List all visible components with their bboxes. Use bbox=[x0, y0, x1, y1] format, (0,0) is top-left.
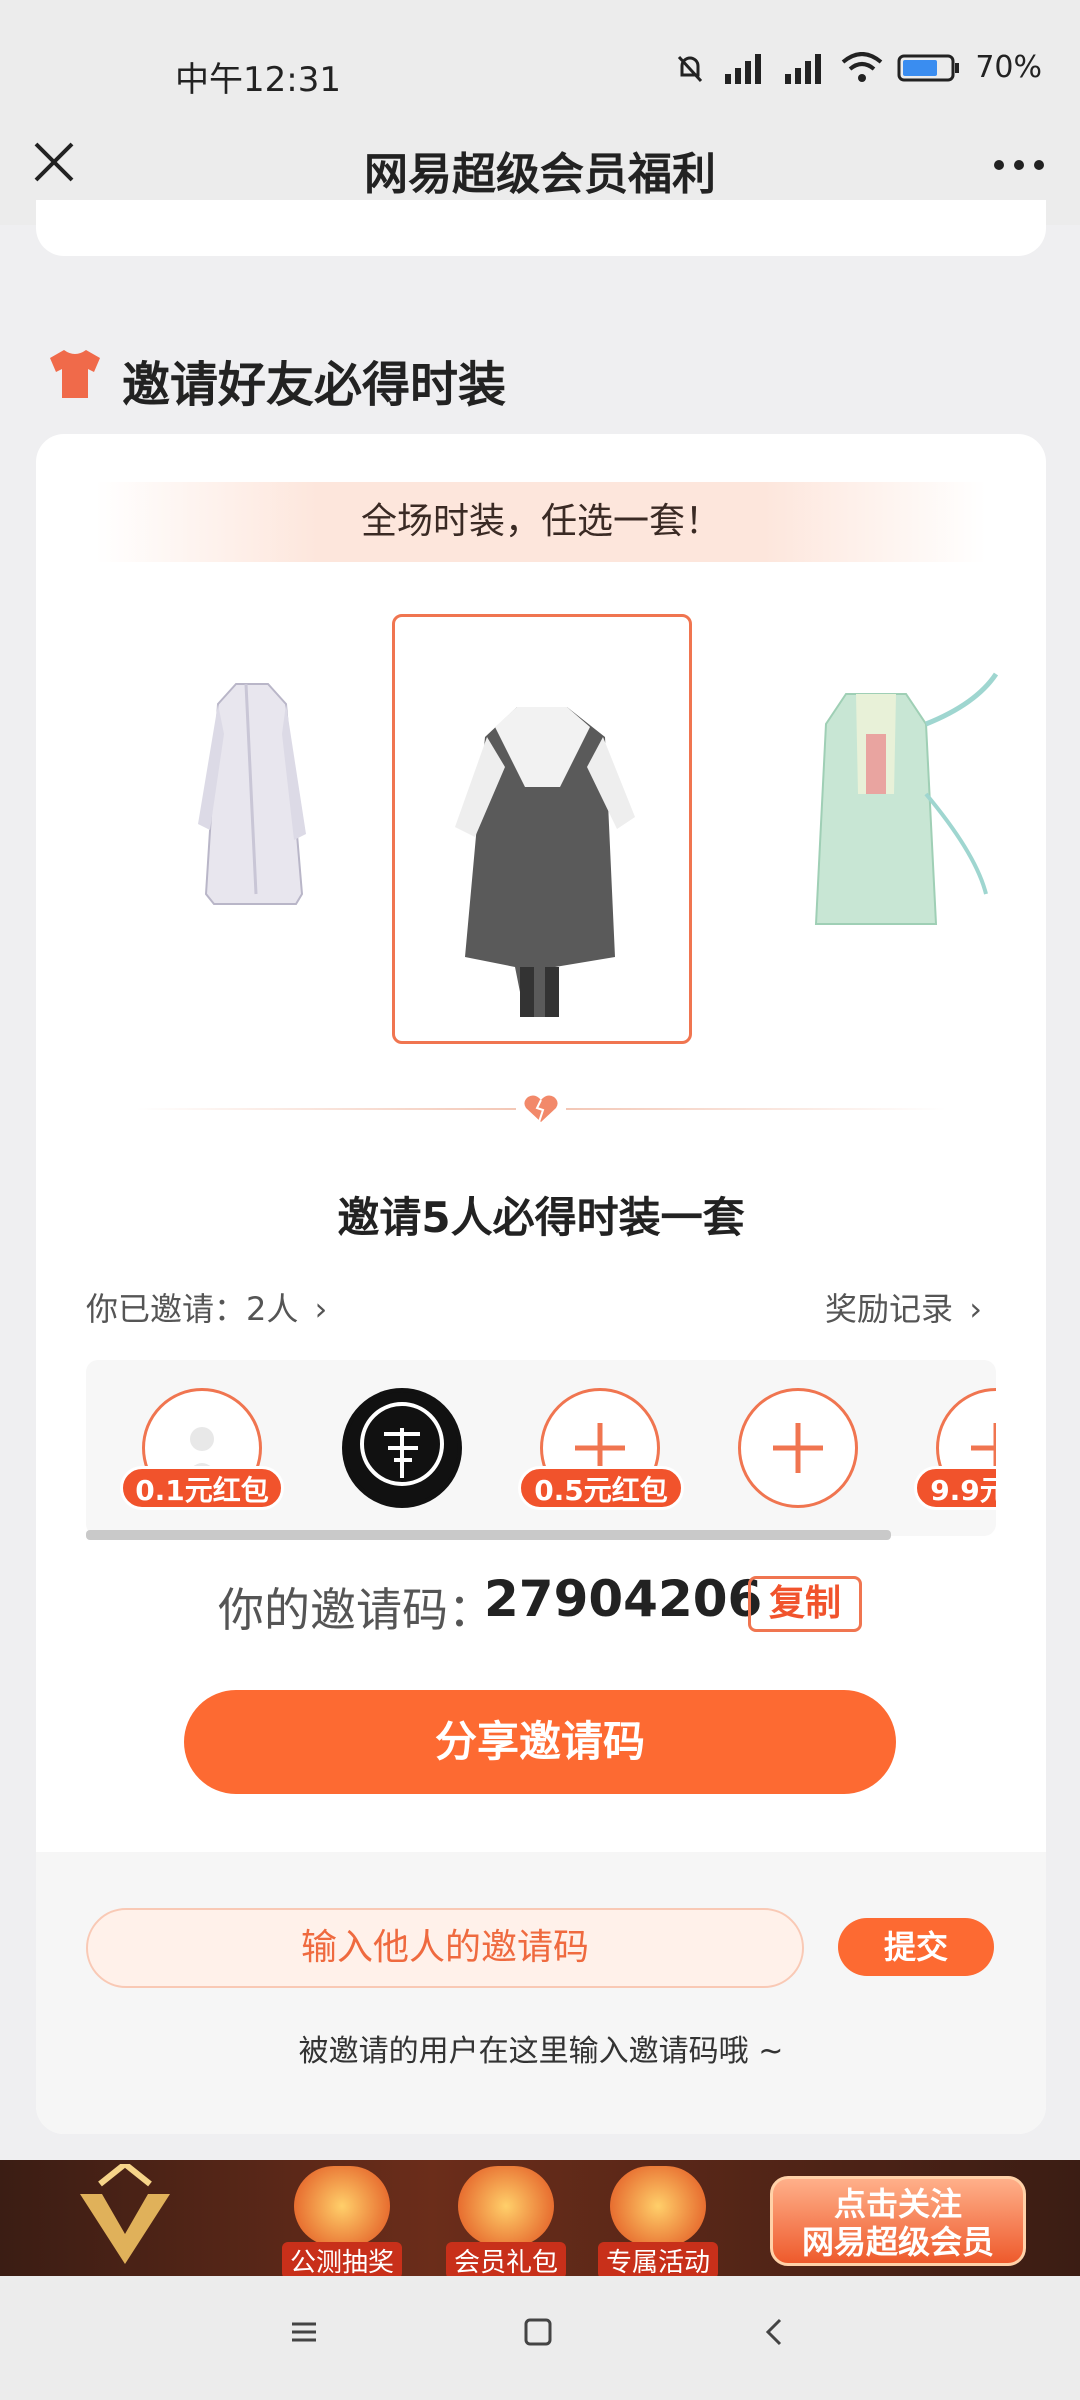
invite-slot-2-avatar[interactable] bbox=[342, 1388, 462, 1508]
wifi-icon bbox=[842, 51, 883, 82]
reward-tag-3: 0.5元红包 bbox=[518, 1466, 684, 1510]
invite-code-value: 27904206 bbox=[484, 1570, 763, 1628]
copy-button[interactable]: 复制 bbox=[748, 1576, 862, 1632]
promo-gift[interactable]: 会员礼包 bbox=[446, 2166, 566, 2279]
follow-button-line1: 点击关注 bbox=[833, 2185, 962, 2223]
previous-card-bottom bbox=[36, 200, 1046, 256]
outfit-image-white bbox=[198, 683, 306, 905]
invite-card: 全场时装，任选一套！ 邀请5人必得时装一套 你已邀请：2人 › 奖励记录 › 0… bbox=[36, 434, 1046, 2134]
outfit-option-white[interactable] bbox=[106, 594, 406, 1014]
divider-left bbox=[136, 1108, 516, 1110]
mute-bell-icon bbox=[678, 55, 703, 82]
signal-icon bbox=[725, 53, 762, 84]
more-options-icon[interactable] bbox=[994, 160, 1044, 170]
invite-title: 邀请5人必得时装一套 bbox=[337, 1193, 745, 1242]
invite-code-label: 你的邀请码： bbox=[218, 1583, 494, 1637]
promo-gift-label: 会员礼包 bbox=[446, 2242, 566, 2279]
follow-button[interactable]: 点击关注 网易超级会员 bbox=[770, 2176, 1026, 2266]
wheel-icon bbox=[294, 2166, 390, 2246]
promo-lottery-label: 公测抽奖 bbox=[282, 2242, 402, 2279]
invite-slots[interactable]: 0.1元红包 0.5元红包 9.9元 bbox=[86, 1360, 996, 1536]
reward-record-label: 奖励记录 bbox=[825, 1290, 954, 1328]
broken-heart-icon bbox=[524, 1095, 558, 1123]
invite-slot-4[interactable] bbox=[738, 1388, 858, 1508]
section-title: 邀请好友必得时装 bbox=[122, 357, 507, 413]
enter-code-hint: 被邀请的用户在这里输入邀请码哦 ~ bbox=[298, 2034, 784, 2069]
chevron-right-icon: › bbox=[969, 1290, 982, 1328]
activity-icon bbox=[610, 2166, 706, 2246]
promo-activity-label: 专属活动 bbox=[598, 2242, 718, 2279]
battery-level: 70% bbox=[975, 50, 1042, 85]
back-icon[interactable] bbox=[760, 2316, 792, 2348]
invited-count-label: 你已邀请：2人 bbox=[86, 1290, 299, 1328]
outfit-option-green[interactable] bbox=[736, 594, 1036, 1014]
page-title: 网易超级会员福利 bbox=[364, 149, 716, 200]
invite-code-input[interactable]: 输入他人的邀请码 bbox=[86, 1908, 804, 1988]
gift-icon bbox=[458, 2166, 554, 2246]
promo-activity[interactable]: 专属活动 bbox=[598, 2166, 718, 2279]
system-nav-bar bbox=[0, 2276, 1080, 2400]
enter-code-area bbox=[36, 1852, 1046, 2134]
outfit-option-black-selected[interactable] bbox=[392, 614, 692, 1044]
share-code-button[interactable]: 分享邀请码 bbox=[184, 1690, 896, 1794]
invited-count-link[interactable]: 你已邀请：2人 › bbox=[86, 1284, 327, 1330]
avatar bbox=[346, 1392, 458, 1504]
outfit-image-black bbox=[455, 707, 635, 1017]
reward-record-link[interactable]: 奖励记录 › bbox=[825, 1284, 982, 1330]
tshirt-icon bbox=[50, 350, 100, 398]
follow-button-line2: 网易超级会员 bbox=[801, 2223, 994, 2261]
promo-lottery[interactable]: 公测抽奖 bbox=[282, 2166, 402, 2279]
menu-icon[interactable] bbox=[288, 2316, 320, 2348]
outfit-banner: 全场时装，任选一套！ bbox=[96, 482, 986, 562]
battery-icon bbox=[897, 54, 960, 81]
slots-scrollbar[interactable] bbox=[86, 1530, 891, 1540]
divider-right bbox=[566, 1108, 946, 1110]
outfit-image-green bbox=[814, 672, 999, 925]
vip-logo-icon bbox=[80, 2164, 170, 2264]
signal-icon-2 bbox=[785, 53, 822, 84]
submit-button[interactable]: 提交 bbox=[838, 1918, 994, 1976]
status-time: 中午12:31 bbox=[175, 60, 341, 100]
reward-tag-1: 0.1元红包 bbox=[120, 1466, 284, 1510]
plus-icon bbox=[773, 1423, 823, 1473]
reward-tag-5: 9.9元 bbox=[914, 1466, 996, 1510]
chevron-right-icon: › bbox=[314, 1290, 328, 1328]
status-icons: 70% bbox=[673, 50, 1042, 85]
home-icon[interactable] bbox=[522, 2316, 554, 2348]
